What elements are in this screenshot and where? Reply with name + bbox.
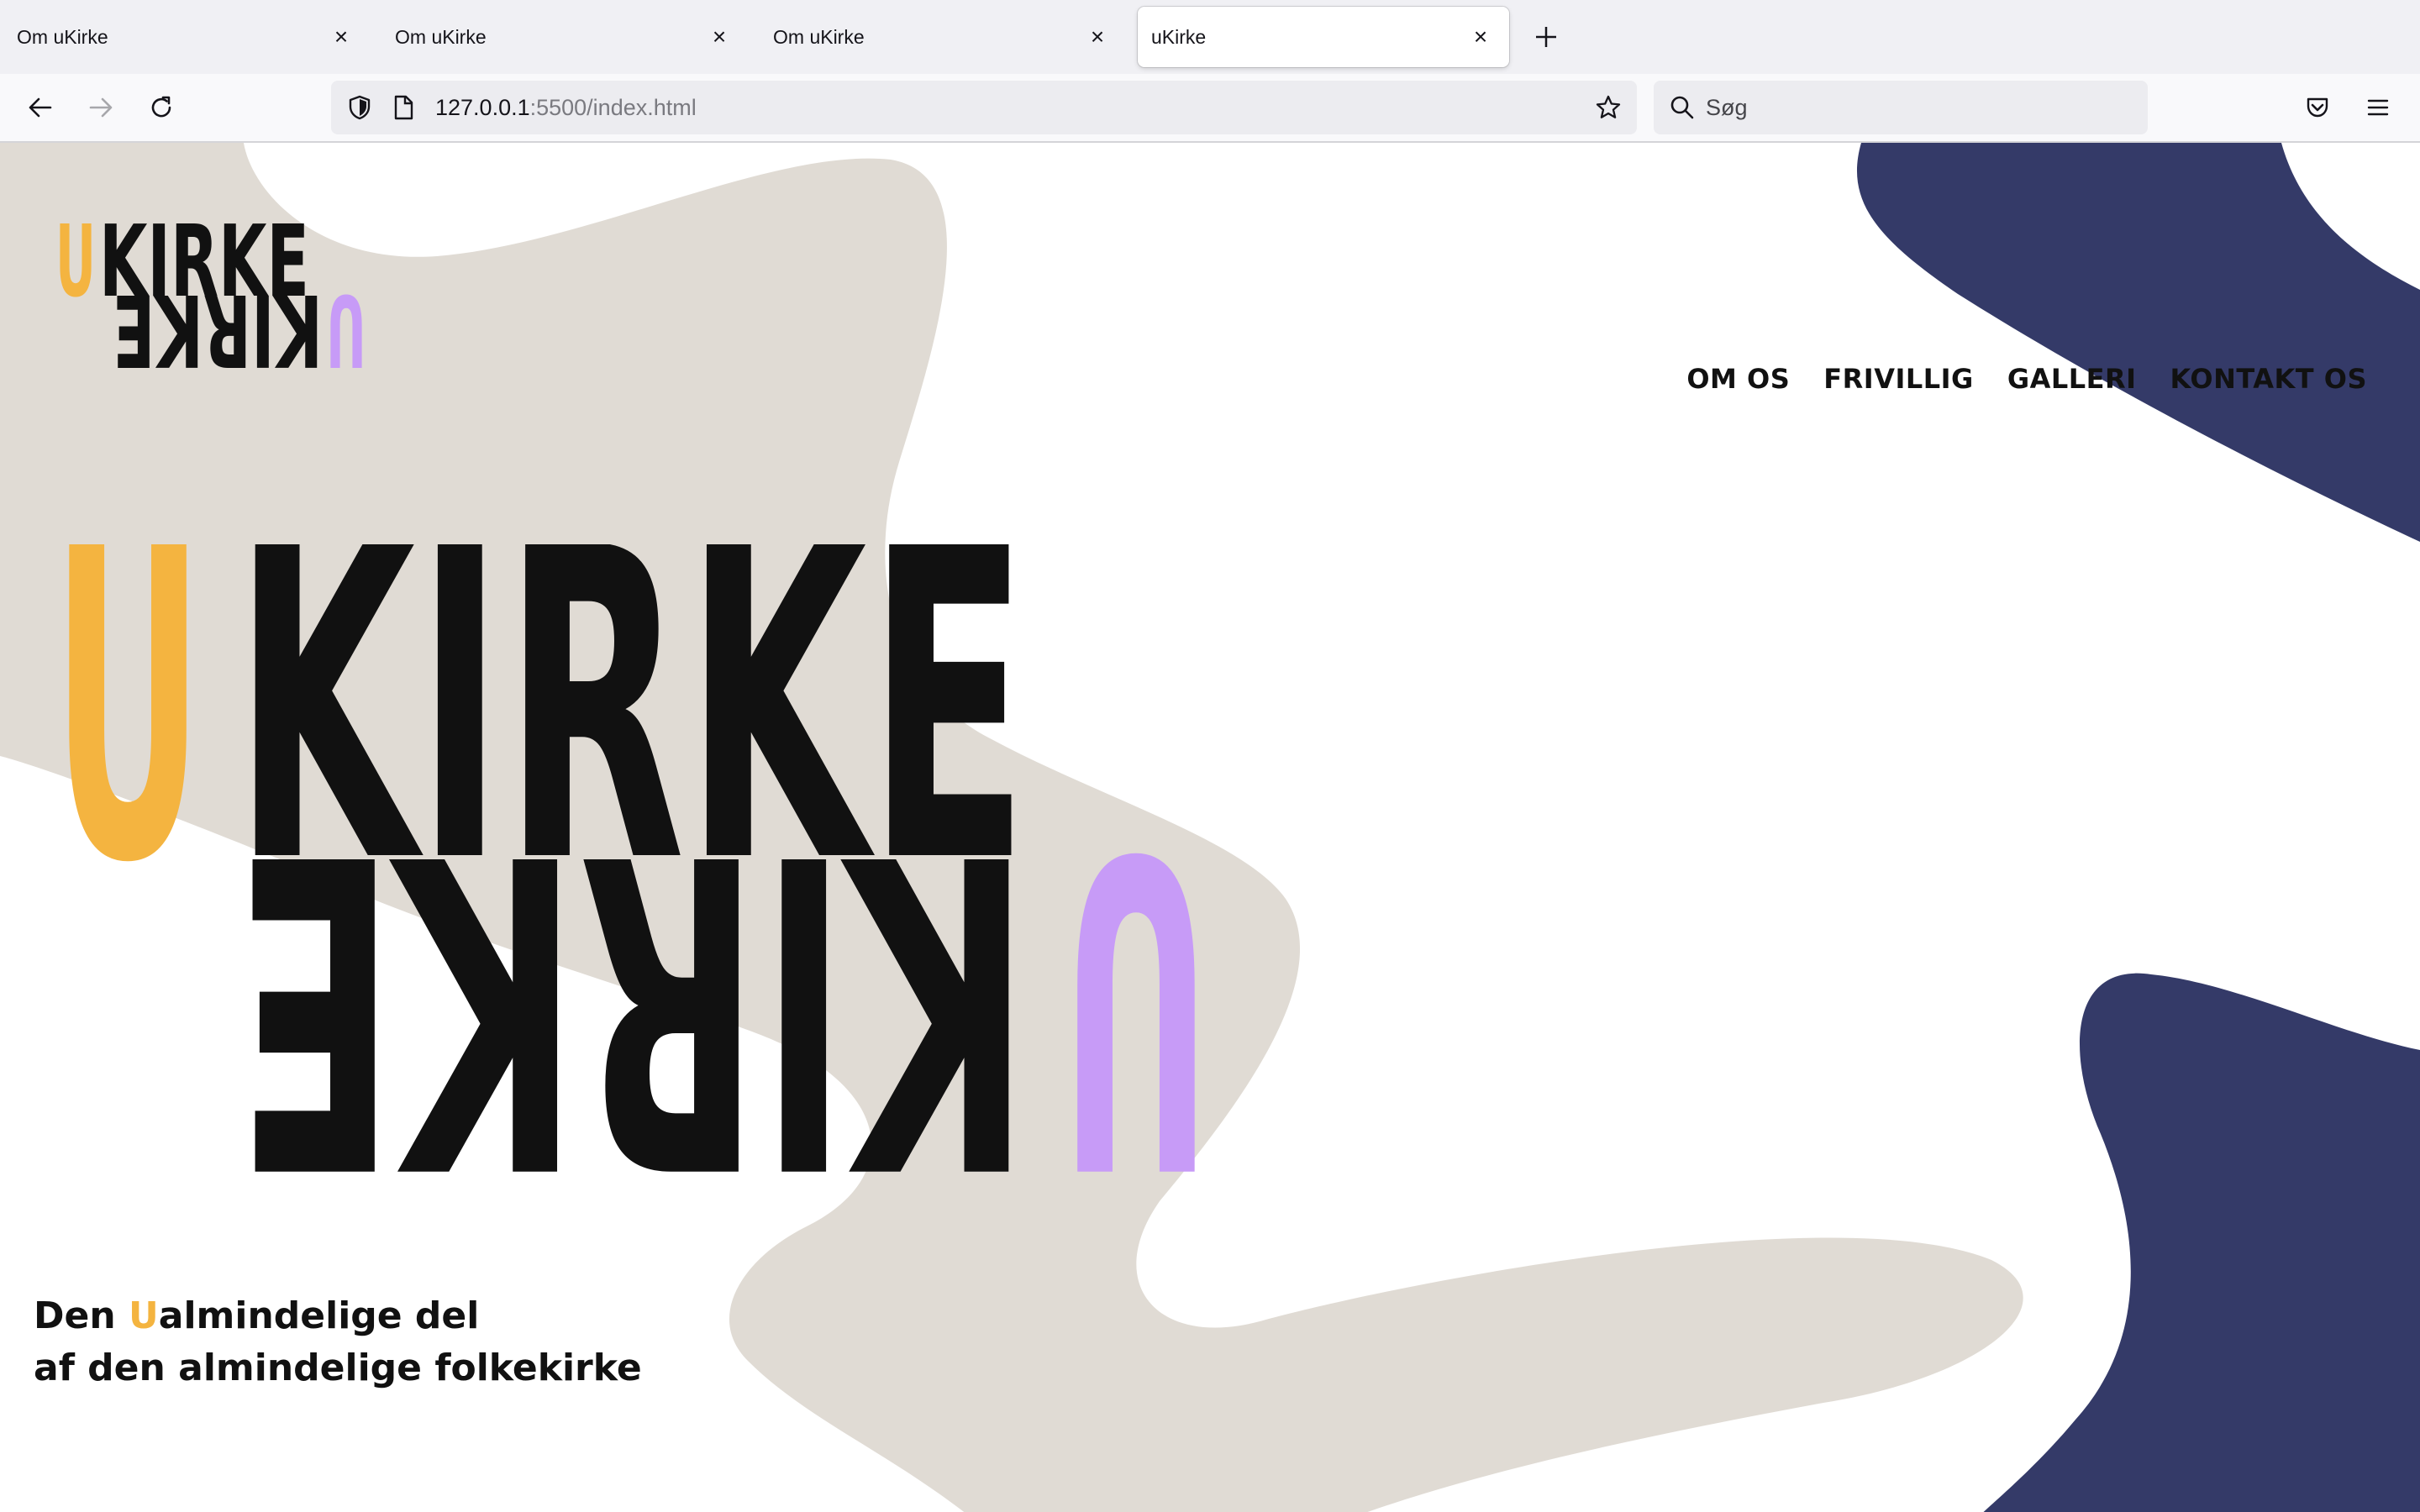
tagline-line-2: af den almindelige folkekirke [34,1347,642,1389]
tab-title: Om uKirke [17,25,108,48]
hero-logo: U KIRKE U KIRKE [52,544,1212,1183]
main-nav: OM OS FRIVILLIG GALLERI KONTAKT OS [1686,363,2367,395]
menu-button[interactable] [2358,87,2398,128]
tab-title: Om uKirke [773,25,865,48]
search-input[interactable]: Søg [1706,81,1748,134]
url-text[interactable]: 127.0.0.1:5500/index.html [435,81,697,134]
hero-reflection: U KIRKE [235,758,1212,1183]
close-icon[interactable]: × [1464,20,1497,54]
arrow-right-icon [89,97,113,118]
tagline-prefix: Den [34,1294,129,1337]
close-icon[interactable]: × [1081,20,1114,54]
nav-link-galleri[interactable]: GALLERI [2007,363,2137,395]
close-icon[interactable]: × [324,20,358,54]
hero-letter-u-reflected: U [1060,758,1212,1183]
navigation-toolbar: 127.0.0.1:5500/index.html Søg [0,74,2420,143]
navy-bottom-shape [1983,973,2420,1512]
search-icon [1670,96,1694,119]
logo-reflection: U KIRKE [113,272,366,380]
nav-link-kontakt-os[interactable]: KONTAKT OS [2170,363,2367,395]
address-bar[interactable]: 127.0.0.1:5500/index.html [331,81,1637,134]
tab-om-ukirke-2[interactable]: Om uKirke × [378,7,748,67]
pocket-icon [2307,97,2328,118]
logo-letter-u-reflected: U [326,272,366,380]
star-icon[interactable] [1595,94,1622,121]
reload-button[interactable] [141,87,182,128]
tab-ukirke-active[interactable]: uKirke × [1138,7,1509,67]
navy-top-shape [1856,143,2420,542]
pocket-button[interactable] [2297,87,2338,128]
forward-button[interactable] [81,87,121,128]
new-tab-button[interactable] [1528,18,1565,55]
arrow-left-icon [29,97,52,118]
logo-letter-u: U [55,212,96,319]
tagline-accent-letter: U [129,1294,159,1337]
logo-word-kirke-reflected: KIRKE [113,272,323,380]
tagline-line-1: Den Ualmindelige del [34,1290,642,1342]
tab-om-ukirke-3[interactable]: Om uKirke × [756,7,1126,67]
hamburger-menu-icon [2367,99,2389,116]
url-host: 127.0.0.1 [435,95,530,120]
url-path: :5500/index.html [529,95,697,120]
site-logo[interactable]: U KIRKE U KIRKE [55,212,366,380]
tab-strip: Om uKirke × Om uKirke × Om uKirke × uKir… [0,0,2420,74]
tagline: Den Ualmindelige del af den almindelige … [34,1290,642,1394]
reload-icon [151,96,171,118]
back-button[interactable] [20,87,60,128]
page-icon[interactable] [390,94,417,121]
nav-link-frivillig[interactable]: FRIVILLIG [1823,363,1974,395]
tab-title: uKirke [1151,25,1207,48]
tab-om-ukirke-1[interactable]: Om uKirke × [0,7,370,67]
close-icon[interactable]: × [702,20,736,54]
hero-word-kirke-reflected: KIRKE [235,758,1030,1183]
tab-title: Om uKirke [395,25,487,48]
page-viewport: U KIRKE U KIRKE OM OS FRIVILLIG GALLERI … [0,143,2420,1512]
shield-icon[interactable] [346,94,373,121]
search-bar[interactable]: Søg [1654,81,2148,134]
tagline-suffix: almindelige del [158,1294,480,1337]
nav-link-om-os[interactable]: OM OS [1686,363,1790,395]
plus-icon [1536,27,1556,47]
hero-letter-u: U [52,544,203,957]
